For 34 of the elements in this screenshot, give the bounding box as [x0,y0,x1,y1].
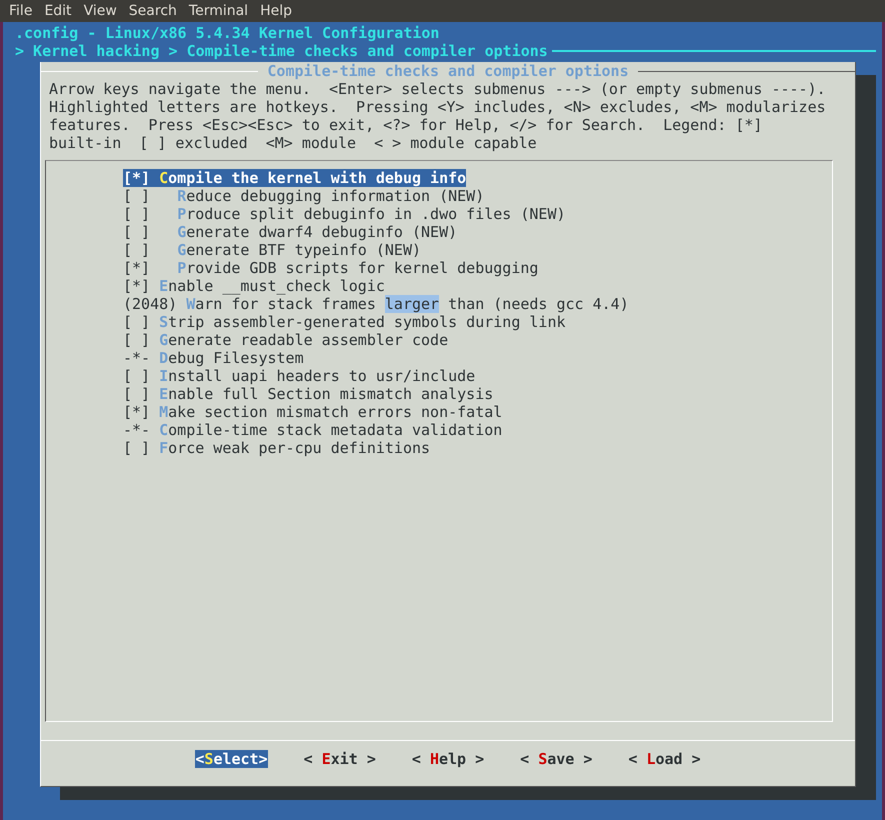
breadcrumb: > Kernel hacking > Compile-time checks and compiler options [14,42,548,60]
menu-entry[interactable]: [*] Enable __must_check logic [123,277,385,295]
menu-item[interactable]: Search [122,3,183,19]
menu-entry[interactable]: [ ] Produce split debuginfo in .dwo files (NEW) [123,205,566,223]
menu-item[interactable]: Terminal [182,3,254,19]
dialog-button[interactable]: < Load > [628,750,701,768]
menu-entry[interactable]: [ ] Strip assembler-generated symbols during link [123,313,566,331]
menu-entry[interactable]: -*- Debug Filesystem [123,349,304,367]
help-text: Arrow keys navigate the menu. <Enter> selects submenus ---> (or empty submenus ----). [49,80,827,98]
dialog-button[interactable]: < Exit > [304,750,376,768]
menu-entry[interactable]: -*- Compile-time stack metadata validation [123,421,502,439]
menu-entry[interactable]: [ ] Reduce debugging information (NEW) [123,187,484,205]
menu-entry[interactable]: [ ] Generate BTF typeinfo (NEW) [123,241,422,259]
config-title: .config - Linux/x86 5.4.34 Kernel Configuration [14,24,440,42]
dialog-button[interactable]: <Select> [195,750,268,768]
help-text: features. Press <Esc><Esc> to exit, <?> for Help, </> for Search. Legend: [*] [49,116,764,134]
dialog-button[interactable]: < Save > [520,750,592,768]
menu-item[interactable]: View [78,3,123,19]
menu-entry[interactable]: [ ] Force weak per-cpu definitions [123,439,430,457]
menu-entry[interactable]: [ ] Enable full Section mismatch analysis [123,385,494,403]
menu-item[interactable]: Edit [38,3,78,19]
menu-entry[interactable]: [*] Compile the kernel with debug info [123,169,466,187]
help-text: built-in [ ] excluded <M> module < > module capable [49,134,538,152]
menu-item[interactable]: Help [254,3,298,19]
menu-entry[interactable]: [*] Make section mismatch errors non-fatal [123,403,502,421]
dialog-button[interactable]: < Help > [412,750,484,768]
menu-entry[interactable]: [ ] Install uapi headers to usr/include [123,367,476,385]
menu-entry[interactable]: [ ] Generate readable assembler code [123,331,448,349]
menu-entry[interactable]: [ ] Generate dwarf4 debuginfo (NEW) [123,223,458,241]
menu-entry[interactable]: [*] Provide GDB scripts for kernel debugging [123,259,538,277]
help-text: Highlighted letters are hotkeys. Pressing <Y> includes, <N> excludes, <M> modularizes [49,98,827,116]
menu-item[interactable]: File [3,3,38,19]
dialog-title: Compile-time checks and compiler options [266,62,630,80]
menu-entry[interactable]: (2048) Warn for stack frames larger than (needs gcc 4.4) [123,295,629,313]
